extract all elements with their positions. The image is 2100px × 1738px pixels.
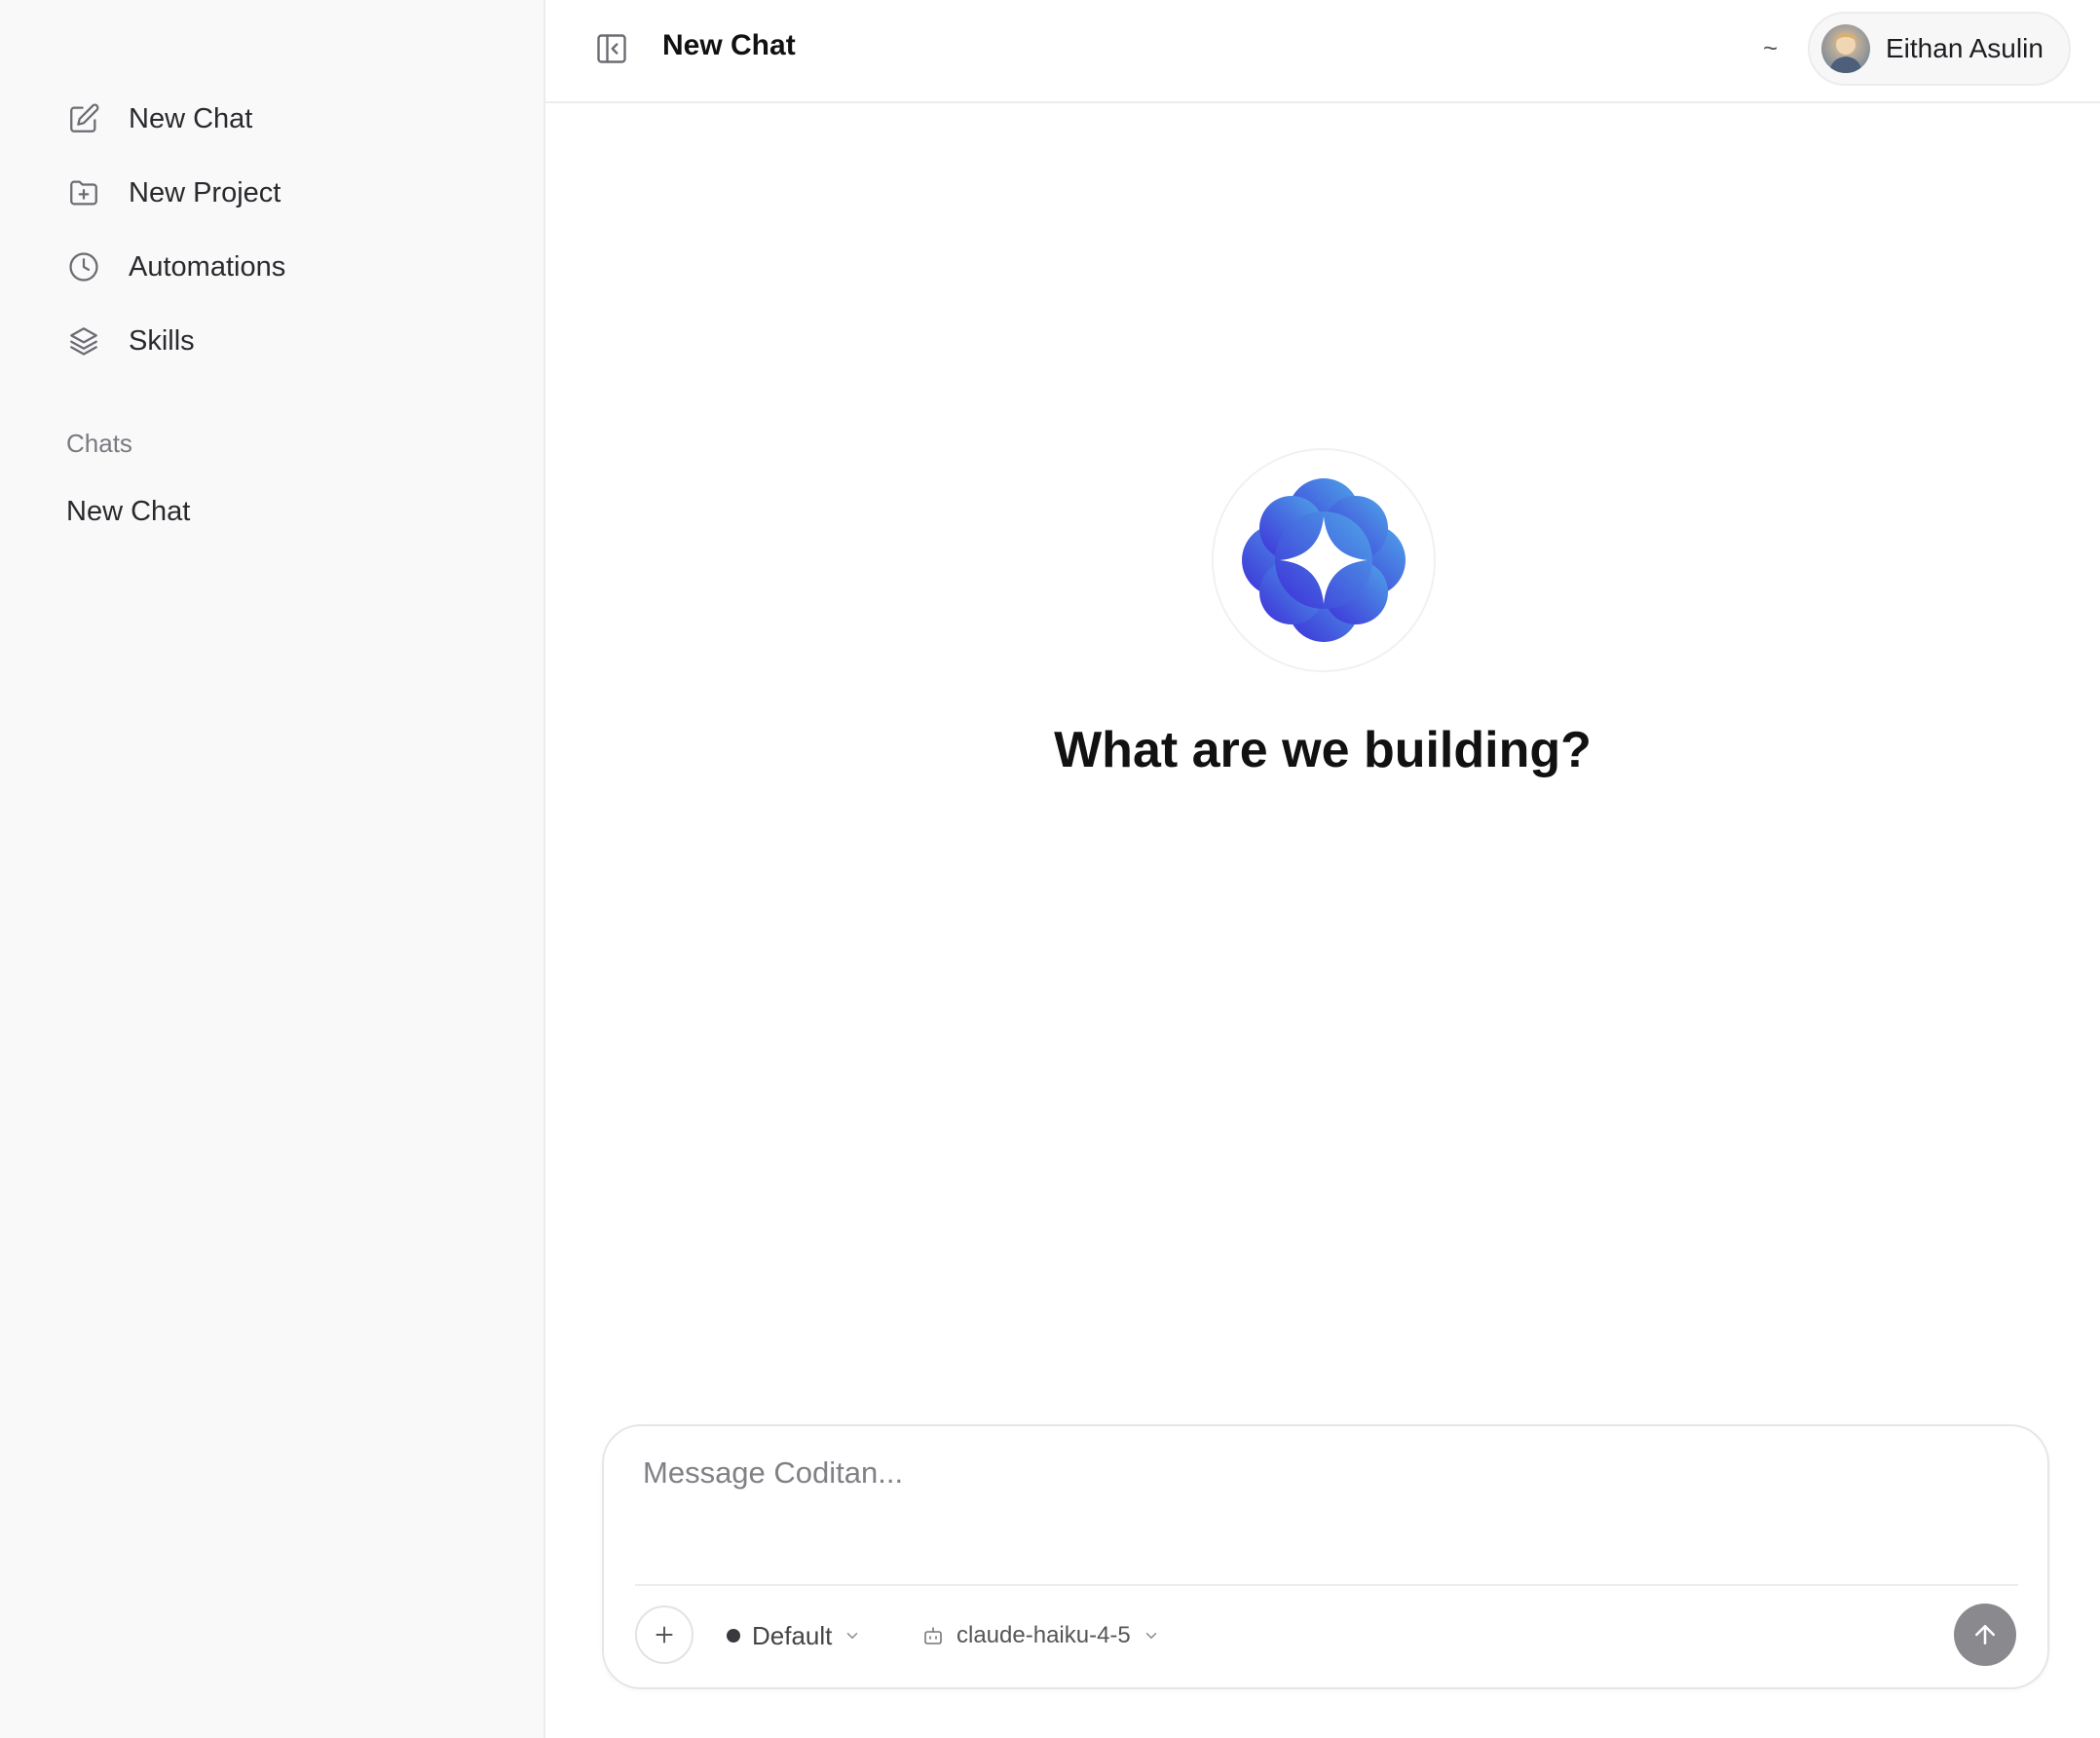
edit-icon bbox=[66, 101, 101, 136]
chevron-down-icon bbox=[1145, 1633, 1157, 1639]
folder-plus-icon bbox=[66, 175, 101, 210]
hero-title: What are we building? bbox=[1054, 722, 1592, 778]
sparkle-logo-icon bbox=[1242, 478, 1406, 642]
user-menu-button[interactable]: Eithan Asulin bbox=[1808, 12, 2071, 86]
clock-icon bbox=[66, 249, 101, 284]
chat-list: New Chat bbox=[47, 479, 505, 544]
sidebar-item-automations[interactable]: Automations bbox=[47, 230, 505, 304]
sidebar-item-label: Automations bbox=[129, 250, 286, 283]
plus-icon bbox=[656, 1626, 673, 1644]
sidebar-item-skills[interactable]: Skills bbox=[47, 304, 505, 378]
chat-list-item[interactable]: New Chat bbox=[47, 479, 505, 544]
avatar bbox=[1821, 24, 1870, 73]
chevron-down-icon bbox=[847, 1633, 858, 1639]
app-window: New Chat New Project Automations Skills … bbox=[0, 0, 2100, 1738]
send-button[interactable] bbox=[1954, 1604, 2016, 1666]
user-name: Eithan Asulin bbox=[1886, 33, 2044, 63]
page-title: New Chat bbox=[662, 29, 796, 61]
sidebar: New Chat New Project Automations Skills … bbox=[0, 0, 545, 1738]
add-attachment-button[interactable] bbox=[635, 1606, 694, 1664]
panel-collapse-icon bbox=[597, 34, 626, 63]
sidebar-item-label: New Chat bbox=[129, 102, 253, 134]
sidebar-item-new-chat[interactable]: New Chat bbox=[47, 82, 505, 156]
working-directory-indicator[interactable]: ~ bbox=[1763, 33, 1778, 63]
sidebar-nav: New Chat New Project Automations Skills bbox=[47, 82, 505, 378]
app-logo bbox=[1212, 448, 1436, 672]
sidebar-item-new-project[interactable]: New Project bbox=[47, 156, 505, 230]
top-header: New Chat ~ Eithan Asulin bbox=[545, 0, 2100, 103]
sidebar-toggle-button[interactable] bbox=[590, 27, 633, 70]
chats-section-title: Chats bbox=[66, 429, 132, 458]
sidebar-item-label: Skills bbox=[129, 324, 195, 357]
layers-icon bbox=[66, 323, 101, 359]
model-label: claude-haiku-4-5 bbox=[956, 1622, 1131, 1648]
arrow-up-icon bbox=[1975, 1625, 1995, 1644]
composer-divider bbox=[635, 1584, 2018, 1586]
bot-icon bbox=[921, 1624, 945, 1647]
mode-label: Default bbox=[752, 1620, 833, 1650]
message-input[interactable] bbox=[641, 1454, 2005, 1531]
mode-select[interactable]: Default bbox=[727, 1615, 861, 1656]
model-select[interactable]: claude-haiku-4-5 bbox=[921, 1615, 1160, 1656]
status-dot bbox=[727, 1629, 740, 1643]
message-composer: Default claude-haiku-4-5 bbox=[602, 1424, 2049, 1689]
sidebar-item-label: New Project bbox=[129, 176, 281, 208]
